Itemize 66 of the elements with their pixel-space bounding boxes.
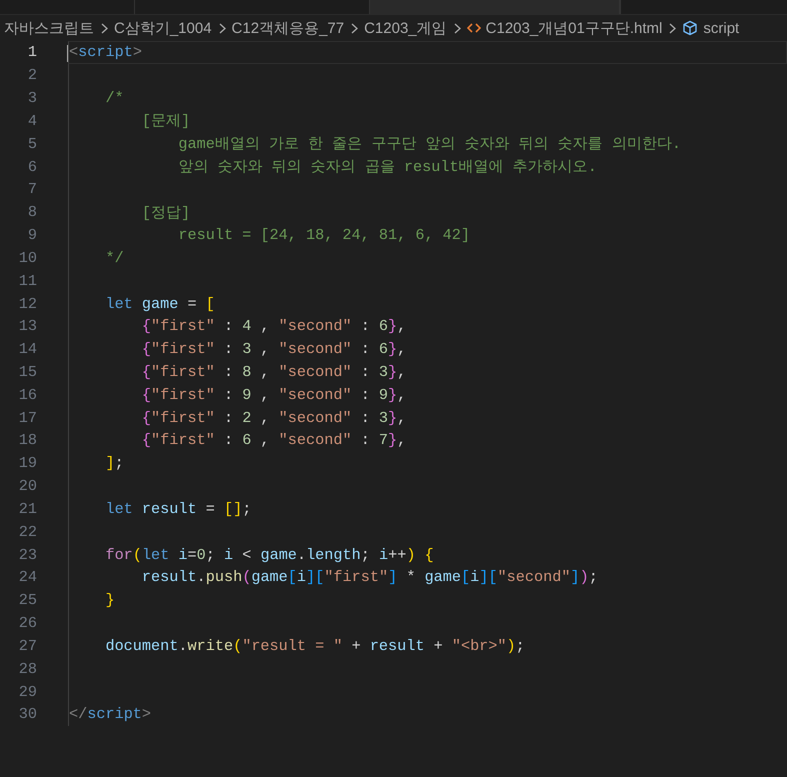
breadcrumb-item[interactable]: script — [703, 20, 740, 36]
chevron-icon — [669, 22, 676, 34]
line-number: 27 — [18, 636, 37, 655]
line-number: 4 — [26, 112, 37, 130]
code-line: {"first" : 4 , "second" : 6}, — [140, 317, 406, 336]
code-file-icon — [466, 22, 481, 34]
breadcrumb-item[interactable]: C1203_개념01구구단.html — [486, 18, 662, 38]
code-line: let result = []; — [104, 500, 252, 518]
line-number: 19 — [18, 454, 37, 472]
code-line: {"first" : 6 , "second" : 7}, — [140, 431, 406, 450]
breadcrumb-item[interactable]: 자바스크립트 — [4, 18, 94, 38]
line-number: 24 — [18, 568, 37, 586]
code-line: [문제] — [140, 111, 190, 132]
code-line: <script> — [69, 43, 142, 62]
line-number: 13 — [18, 317, 37, 336]
line-number: 6 — [26, 158, 37, 176]
line-number: 29 — [18, 682, 37, 701]
line-number: 17 — [18, 408, 37, 427]
code-line: [정답] — [140, 202, 190, 223]
line-number: 11 — [18, 272, 37, 290]
code-line: 앞의 숫자와 뒤의 숫자의 곱을 result배열에 추가하시오. — [177, 157, 597, 178]
code-line: {"first" : 8 , "second" : 3}, — [140, 363, 406, 381]
code-line: for(let i=0; i < game.length; i++) { — [104, 546, 434, 564]
line-number: 22 — [18, 522, 37, 541]
line-number: 23 — [18, 546, 37, 564]
line-number: 21 — [18, 500, 37, 518]
chevron-icon — [218, 22, 226, 34]
line-number: 30 — [18, 705, 37, 724]
line-number: 14 — [18, 340, 37, 358]
code-line: } — [104, 591, 115, 610]
line-number: 3 — [26, 89, 37, 108]
breadcrumb-item[interactable]: C삼학기_1004 — [114, 18, 212, 38]
text-cursor — [67, 45, 68, 62]
line-number: 12 — [18, 294, 37, 313]
chevron-icon — [101, 22, 108, 34]
line-number: 26 — [18, 614, 37, 632]
line-number: 15 — [18, 363, 37, 381]
breadcrumb-item[interactable]: C12객체응용_77 — [232, 18, 344, 38]
code-line: {"first" : 3 , "second" : 6}, — [140, 340, 406, 358]
code-line: result = [24, 18, 24, 81, 6, 42] — [177, 226, 470, 244]
line-number: 5 — [26, 134, 37, 153]
chevron-icon — [351, 22, 358, 34]
line-number: 20 — [18, 477, 37, 496]
line-number: 8 — [26, 203, 37, 222]
chevron-icon — [454, 22, 461, 34]
line-number: 25 — [18, 591, 37, 610]
code-line: </script> — [69, 705, 152, 724]
code-line: /* — [104, 89, 124, 108]
breadcrumb-item[interactable]: C1203_게임 — [364, 18, 447, 38]
code-line: let game = [ — [104, 294, 215, 313]
code-line: game배열의 가로 한 줄은 구구단 앞의 숫자와 뒤의 숫자를 의미한다. — [177, 134, 681, 154]
code-line: */ — [104, 248, 124, 267]
code-line: document.write("result = " + result + "<br>"); — [104, 636, 525, 655]
line-number: 7 — [26, 180, 37, 198]
code-line: ]; — [104, 454, 124, 472]
cube-icon — [682, 20, 698, 36]
line-number: 2 — [26, 66, 37, 84]
code-line: result.push(game[i]["first"] * game[i]["second"]); — [140, 568, 598, 586]
line-number: 10 — [18, 248, 37, 267]
code-line: {"first" : 9 , "second" : 9}, — [140, 386, 406, 404]
line-number: 16 — [18, 386, 37, 404]
line-number: 28 — [18, 660, 37, 678]
line-number: 1 — [26, 43, 37, 62]
line-number: 9 — [26, 226, 37, 244]
code-line: {"first" : 2 , "second" : 3}, — [140, 408, 406, 427]
line-number: 18 — [18, 431, 37, 450]
